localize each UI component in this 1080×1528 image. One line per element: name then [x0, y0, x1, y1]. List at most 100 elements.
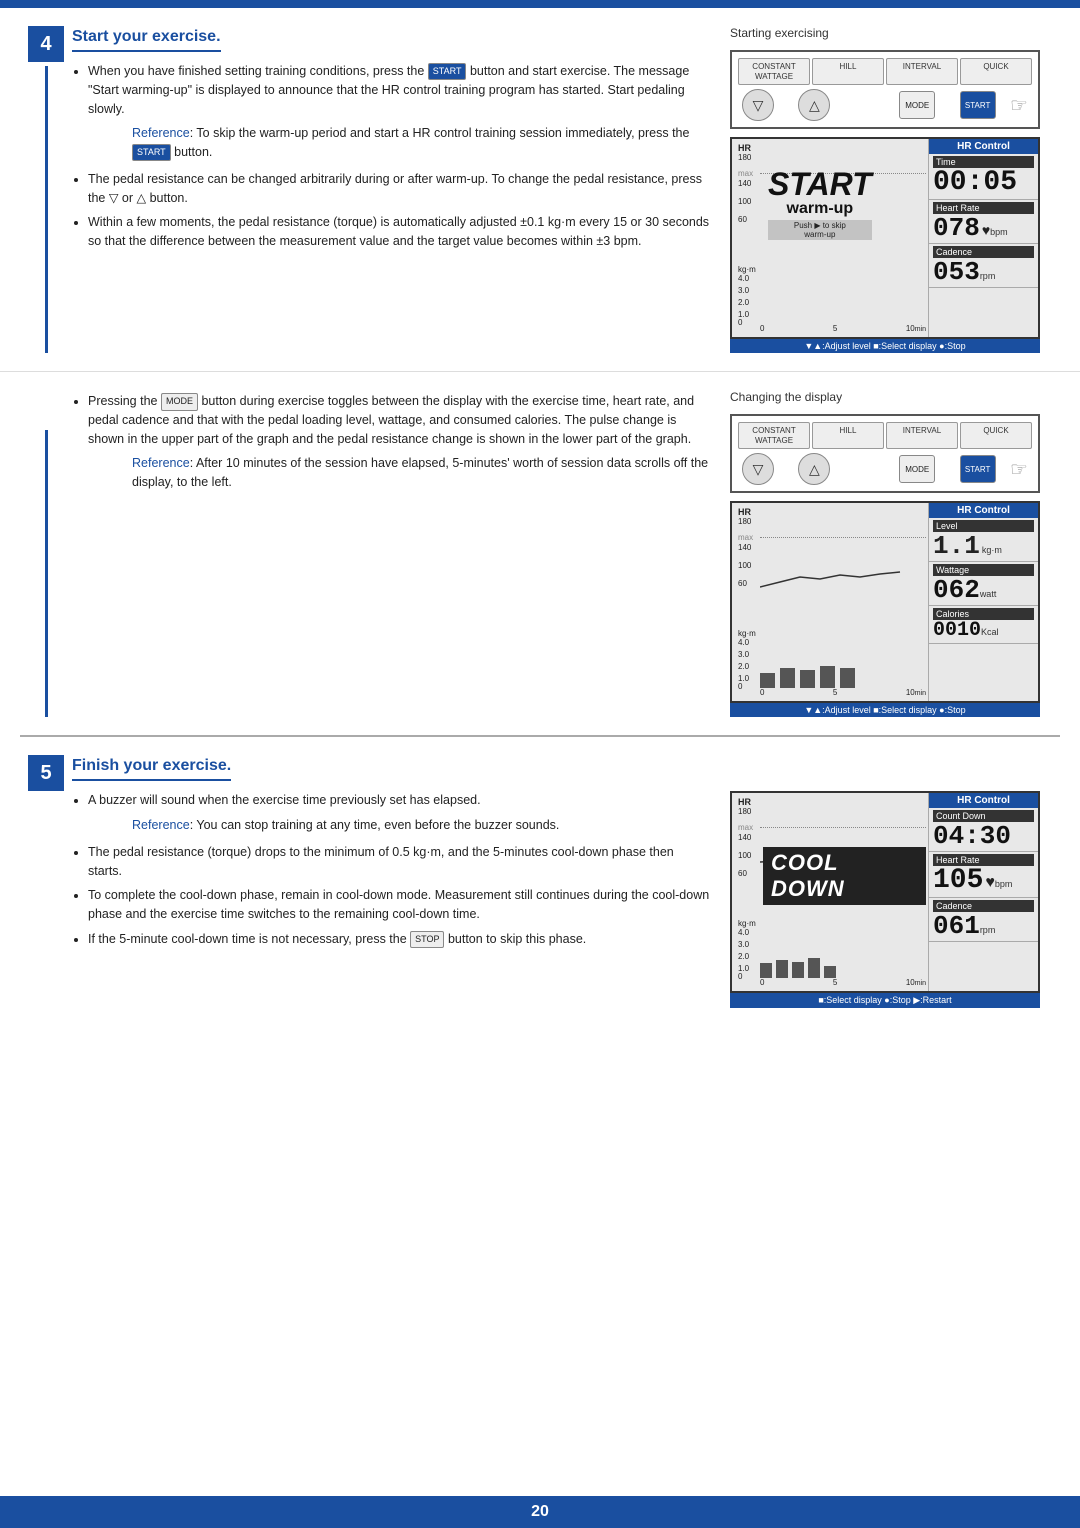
dev-btn-interval[interactable]: INTERVAL [886, 58, 958, 85]
list-item-4-2: The pedal resistance can be changed arbi… [88, 170, 710, 208]
y-max: max [738, 169, 753, 178]
cadence-value-row-3: 061 rpm [933, 913, 1034, 939]
hand-icon-1: ☞ [1010, 93, 1028, 118]
kgm-section-2: kg·m 4.0 3.0 2.0 1.0 0 [738, 629, 926, 688]
y3-max: max [738, 823, 753, 832]
wattage-value-2: 062 [933, 577, 980, 603]
step-line-4b [45, 430, 48, 717]
graph-area-2: 180 max 140 100 60 [738, 517, 926, 627]
lcd-graph-area-2: HR 180 max 140 100 60 [732, 503, 928, 701]
hr-block-3: Heart Rate 105 ♥ bpm [929, 852, 1038, 898]
warmup-big-text: warm-up [768, 200, 872, 218]
hr-block-1: Heart Rate 078 ♥ bpm [929, 200, 1038, 244]
y2-180: 180 [738, 517, 751, 526]
dev-btn-constant-2[interactable]: CONSTANTWATTAGE [738, 422, 810, 449]
start-btn-2[interactable]: START [960, 455, 996, 483]
cadence-unit-1: rpm [980, 271, 996, 281]
y-140: 140 [738, 179, 751, 188]
list-item-4-1: When you have finished setting training … [88, 62, 710, 118]
kgm-label-3: kg·m [738, 919, 756, 928]
start-warmup-overlay: START warm-up Push ▶ to skipwarm-up [768, 168, 872, 240]
dev-btn-hill[interactable]: HILL [812, 58, 884, 85]
display-col-4: Starting exercising CONSTANTWATTAGE HILL… [730, 26, 1050, 353]
step-badge-5: 5 [28, 755, 64, 791]
down-arrow-btn-1[interactable]: ▽ [742, 89, 774, 121]
hr-value-row-3: 105 ♥ bpm [933, 867, 1034, 895]
wattage-unit-2: watt [980, 589, 997, 599]
hr-value-row-1: 078 ♥ bpm [933, 215, 1034, 241]
ref-4b-1: Reference: After 10 minutes of the sessi… [132, 454, 710, 492]
x3-10: 10min [906, 978, 926, 987]
kgm-bars-svg-2 [760, 638, 910, 688]
calories-block-2: Calories 0010 Kcal [929, 606, 1038, 644]
device-arrow-row-1: ▽ △ MODE START ☞ [732, 87, 1038, 127]
dev-btn-interval-2[interactable]: INTERVAL [886, 422, 958, 449]
lcd-bottom-bar-2: ▼▲:Adjust level ■:Select display ●:Stop [730, 703, 1040, 717]
step-number-col-5: 5 [20, 755, 72, 1008]
hr-control-badge-1: HR Control [929, 139, 1038, 154]
list-item-5-4: If the 5-minute cool-down time is not ne… [88, 930, 710, 949]
cooldown-overlay: COOL DOWN [763, 847, 926, 905]
x2-0: 0 [760, 688, 764, 697]
y-180: 180 [738, 153, 751, 162]
bullet-list-4: When you have finished setting training … [88, 62, 710, 118]
hr-control-badge-3: HR Control [929, 793, 1038, 808]
kgm-bars-svg-3 [760, 948, 910, 978]
lcd-wrapper-3: HR 180 max 140 100 60 [730, 791, 1050, 1008]
list-item-4-3: Within a few moments, the pedal resistan… [88, 213, 710, 251]
graph-area-3: 180 max 140 100 60 CO [738, 807, 926, 917]
dev-btn-constant[interactable]: CONSTANTWATTAGE [738, 58, 810, 85]
mode-btn-2[interactable]: MODE [899, 455, 935, 483]
graph-area-1: 180 max 140 100 60 STAR [738, 153, 926, 263]
cadence-unit-3: rpm [980, 925, 996, 935]
cooldown-big-text: COOL DOWN [763, 847, 926, 905]
dev-btn-quick[interactable]: QUICK [960, 58, 1032, 85]
bullet-list-4b: The pedal resistance can be changed arbi… [88, 170, 710, 251]
lcd-header-row-3: HR [738, 797, 926, 807]
step-spacer-4b [28, 390, 64, 426]
cadence-value-1: 053 [933, 259, 980, 285]
mode-btn-1[interactable]: MODE [899, 91, 935, 119]
dev-btn-hill-2[interactable]: HILL [812, 422, 884, 449]
up-arrow-btn-2[interactable]: △ [798, 453, 830, 485]
start-btn-ref: START [132, 144, 171, 162]
lcd-wrapper-1: HR 180 max 140 100 60 [730, 137, 1050, 353]
time-value-1: 00:05 [933, 169, 1034, 197]
kgm3-3: 3.0 [738, 940, 749, 949]
hr-value-3: 105 [933, 867, 983, 895]
kgm-0: 0 [738, 318, 742, 327]
mode-btn-inline: MODE [161, 393, 198, 411]
hr-unit-3: bpm [995, 879, 1013, 889]
kgm-3: 3.0 [738, 286, 749, 295]
heart-icon-1: ♥ [982, 222, 990, 238]
level-value-row-2: 1.1 kg·m [933, 533, 1034, 559]
down-arrow-btn-2[interactable]: ▽ [742, 453, 774, 485]
lcd-right-panel-1: HR Control Time 00:05 Heart Rate 078 ♥ b… [928, 139, 1038, 337]
device-panel-1: CONSTANTWATTAGE HILL INTERVAL QUICK ▽ △ … [730, 50, 1040, 129]
display-label-starting: Starting exercising [730, 26, 1050, 40]
kgm-2: 2.0 [738, 298, 749, 307]
display-col-4b: Changing the display CONSTANTWATTAGE HIL… [730, 390, 1050, 717]
heart-icon-3: ♥ [985, 874, 995, 892]
text-col-4: Start your exercise. When you have finis… [72, 26, 730, 353]
y-100: 100 [738, 197, 751, 206]
device-arrow-row-2: ▽ △ MODE START ☞ [732, 451, 1038, 491]
up-arrow-btn-1[interactable]: △ [798, 89, 830, 121]
kgm-section-1: kg·m 4.0 3.0 2.0 1.0 0 [738, 265, 926, 324]
x2-5: 5 [833, 688, 837, 697]
x-10: 10min [906, 324, 926, 333]
kgm-label-2: kg·m [738, 629, 756, 638]
x-axis-labels-2: 0 5 10min [738, 688, 926, 697]
lcd-screen-1: HR 180 max 140 100 60 [730, 137, 1040, 339]
level-unit-2: kg·m [982, 545, 1002, 555]
dev-btn-quick-2[interactable]: QUICK [960, 422, 1032, 449]
y2-100: 100 [738, 561, 751, 570]
hr-label-3: HR [738, 797, 751, 807]
hr-control-badge-2: HR Control [929, 503, 1038, 518]
x-axis-labels-1: 0 5 10min [738, 324, 926, 333]
cadence-value-3: 061 [933, 913, 980, 939]
display-label-changing: Changing the display [730, 390, 1050, 404]
y2-60: 60 [738, 579, 747, 588]
x3-5: 5 [833, 978, 837, 987]
start-btn-1[interactable]: START [960, 91, 996, 119]
